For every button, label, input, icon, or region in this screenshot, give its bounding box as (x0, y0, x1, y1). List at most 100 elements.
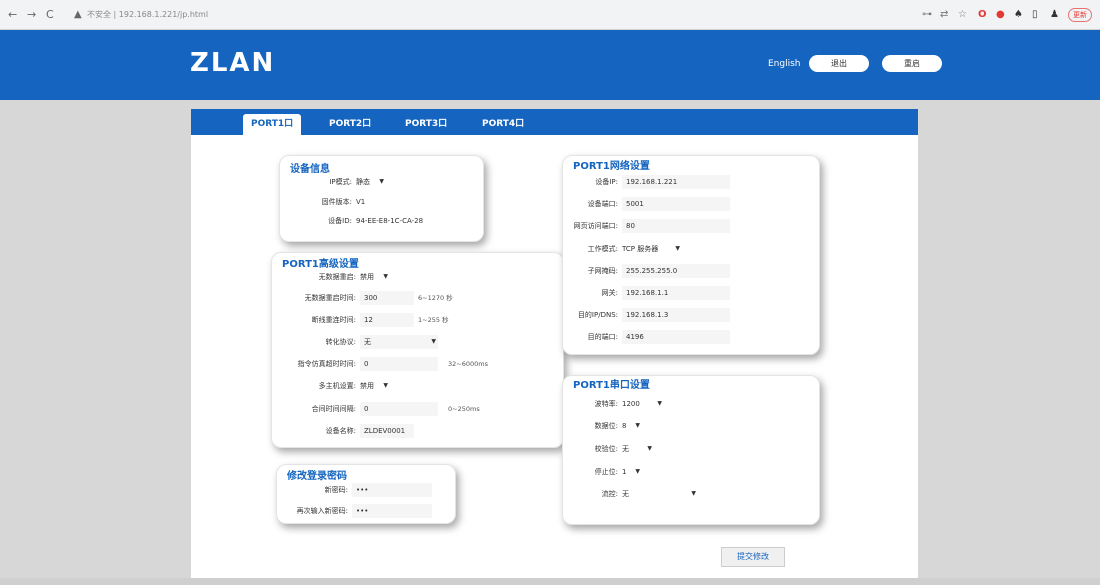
device-name-label: 设备名称: (325, 427, 356, 435)
opera-extension-icon[interactable]: O (978, 9, 987, 21)
serial-settings-card: PORT1串口设置 波特率: 1200 ▼ 数据位: 8 ▼ 校验位: 无 ▼ 停止位… (562, 375, 820, 525)
firmware-label: 固件版本: (321, 198, 352, 206)
tab-port3[interactable]: PORT3口 (397, 114, 455, 135)
port-tabs: PORT1口 PORT2口 PORT3口 PORT4口 (191, 109, 918, 135)
network-settings-card: PORT1网络设置 设备IP: 192.168.1.221 设备端口: 5001… (562, 155, 820, 355)
no-data-restart-label: 无数据重启: (318, 273, 356, 281)
chevron-down-icon: ▼ (657, 400, 662, 407)
poll-interval-label: 合间时间间隔: (311, 405, 356, 413)
device-port-label: 设备端口: (587, 200, 618, 208)
chevron-down-icon: ▼ (635, 468, 640, 475)
forward-icon[interactable]: → (27, 9, 36, 21)
range-hint: 1~255 秒 (418, 316, 449, 324)
parity-select[interactable]: 无 ▼ (622, 442, 654, 456)
settings-panel: 设备信息 IP模式: 静态 ▼ 固件版本: V1 设备ID: 94-EE-E8-1… (191, 135, 918, 578)
card-title: PORT1网络设置 (573, 161, 650, 172)
ip-mode-select[interactable]: 静态 ▼ (356, 175, 386, 189)
web-port-label: 网页访问端口: (573, 222, 618, 230)
gateway-input[interactable]: 192.168.1.1 (622, 286, 730, 300)
web-port-input[interactable]: 80 (622, 219, 730, 233)
gateway-label: 网关: (601, 289, 618, 297)
tab-port4[interactable]: PORT4口 (474, 114, 532, 135)
sidebar-icon[interactable]: ▯ (1032, 9, 1038, 21)
update-button[interactable]: 更新 (1068, 8, 1092, 22)
extension-icon[interactable]: ♠ (1014, 9, 1023, 21)
subnet-mask-input[interactable]: 255.255.255.0 (622, 264, 730, 278)
stop-bits-select[interactable]: 1 ▼ (622, 465, 642, 479)
restart-button[interactable]: 重启 (882, 55, 942, 72)
address-bar[interactable]: 不安全 | 192.168.1.221/jp.html (87, 10, 208, 20)
dest-ip-label: 目的IP/DNS: (577, 311, 618, 319)
work-mode-label: 工作模式: (587, 245, 618, 253)
zlan-logo: ZLAN (190, 48, 276, 78)
password-card: 修改登录密码 新密码: ••• 再次输入新密码: ••• (276, 464, 456, 524)
dest-port-label: 目的端口: (587, 333, 618, 341)
key-icon[interactable]: ⊶ (922, 9, 932, 21)
ip-mode-label: IP模式: (329, 178, 352, 186)
reload-icon[interactable]: C (46, 9, 54, 21)
tab-port2[interactable]: PORT2口 (321, 114, 379, 135)
reconnect-time-input[interactable]: 12 (360, 313, 414, 327)
card-title: 修改登录密码 (287, 471, 347, 482)
language-link[interactable]: English (768, 58, 801, 70)
chevron-down-icon: ▼ (383, 273, 388, 280)
instruction-timeout-label: 指令仿真超时时间: (297, 360, 356, 368)
tab-port1[interactable]: PORT1口 (243, 114, 302, 135)
browser-toolbar: ← → C ▲ 不安全 | 192.168.1.221/jp.html ⊶ ⇄ … (0, 0, 1100, 30)
firmware-value: V1 (356, 198, 366, 206)
no-data-restart-select[interactable]: 禁用 ▼ (360, 270, 390, 284)
baud-rate-select[interactable]: 1200 ▼ (622, 397, 664, 411)
baud-rate-label: 波特率: (594, 400, 618, 408)
confirm-password-input[interactable]: ••• (352, 504, 432, 518)
device-ip-label: 设备IP: (595, 178, 618, 186)
data-bits-select[interactable]: 8 ▼ (622, 419, 642, 433)
warning-icon[interactable]: ▲ (74, 9, 82, 21)
profile-icon[interactable]: ♟ (1050, 9, 1059, 21)
stop-bits-label: 停止位: (594, 468, 618, 476)
page-bottom-edge (0, 578, 1100, 585)
range-hint: 0~250ms (448, 405, 480, 413)
chevron-down-icon: ▼ (675, 245, 680, 252)
range-hint: 32~6000ms (448, 360, 488, 368)
share-icon[interactable]: ⇄ (940, 9, 948, 21)
star-icon[interactable]: ☆ (958, 9, 967, 21)
poll-interval-input[interactable]: 0 (360, 402, 438, 416)
no-data-restart-time-input[interactable]: 300 (360, 291, 414, 305)
conversion-protocol-select[interactable]: 无 ▼ (360, 335, 438, 349)
device-id-value: 94-EE-E8-1C-CA-28 (356, 217, 424, 225)
device-port-input[interactable]: 5001 (622, 197, 730, 211)
multi-host-label: 多主机设置: (318, 382, 356, 390)
no-data-restart-time-label: 无数据重启时间: (304, 294, 356, 302)
work-mode-select[interactable]: TCP 服务器 ▼ (622, 242, 682, 256)
device-name-input[interactable]: ZLDEV0001 (360, 424, 414, 438)
dest-port-input[interactable]: 4196 (622, 330, 730, 344)
new-password-label: 新密码: (324, 486, 348, 494)
card-title: PORT1串口设置 (573, 380, 650, 391)
chevron-down-icon: ▼ (379, 178, 384, 185)
device-id-label: 设备ID: (328, 217, 352, 225)
data-bits-label: 数据位: (594, 422, 618, 430)
range-hint: 6~1270 秒 (418, 294, 453, 302)
submit-button[interactable]: 提交修改 (721, 547, 785, 567)
dest-ip-input[interactable]: 192.168.1.3 (622, 308, 730, 322)
subnet-mask-label: 子网掩码: (587, 267, 618, 275)
reconnect-time-label: 断线重连时间: (311, 316, 356, 324)
confirm-password-label: 再次输入新密码: (296, 507, 348, 515)
flow-control-select[interactable]: 无 ▼ (622, 487, 698, 501)
logout-button[interactable]: 退出 (809, 55, 869, 72)
site-header: ZLAN English 退出 重启 (0, 30, 1100, 100)
advanced-settings-card: PORT1高级设置 无数据重启: 禁用 ▼ 无数据重启时间: 300 6~1270… (271, 252, 564, 448)
flow-control-label: 流控: (601, 490, 618, 498)
new-password-input[interactable]: ••• (352, 483, 432, 497)
chevron-down-icon: ▼ (635, 422, 640, 429)
back-icon[interactable]: ← (8, 9, 17, 21)
chevron-down-icon: ▼ (383, 382, 388, 389)
chevron-down-icon: ▼ (691, 490, 696, 497)
parity-label: 校验位: (594, 445, 618, 453)
multi-host-select[interactable]: 禁用 ▼ (360, 379, 390, 393)
instruction-timeout-input[interactable]: 0 (360, 357, 438, 371)
conversion-protocol-label: 转化协议: (325, 338, 356, 346)
adblock-extension-icon[interactable]: ● (996, 9, 1005, 21)
device-ip-input[interactable]: 192.168.1.221 (622, 175, 730, 189)
chevron-down-icon: ▼ (431, 338, 436, 345)
